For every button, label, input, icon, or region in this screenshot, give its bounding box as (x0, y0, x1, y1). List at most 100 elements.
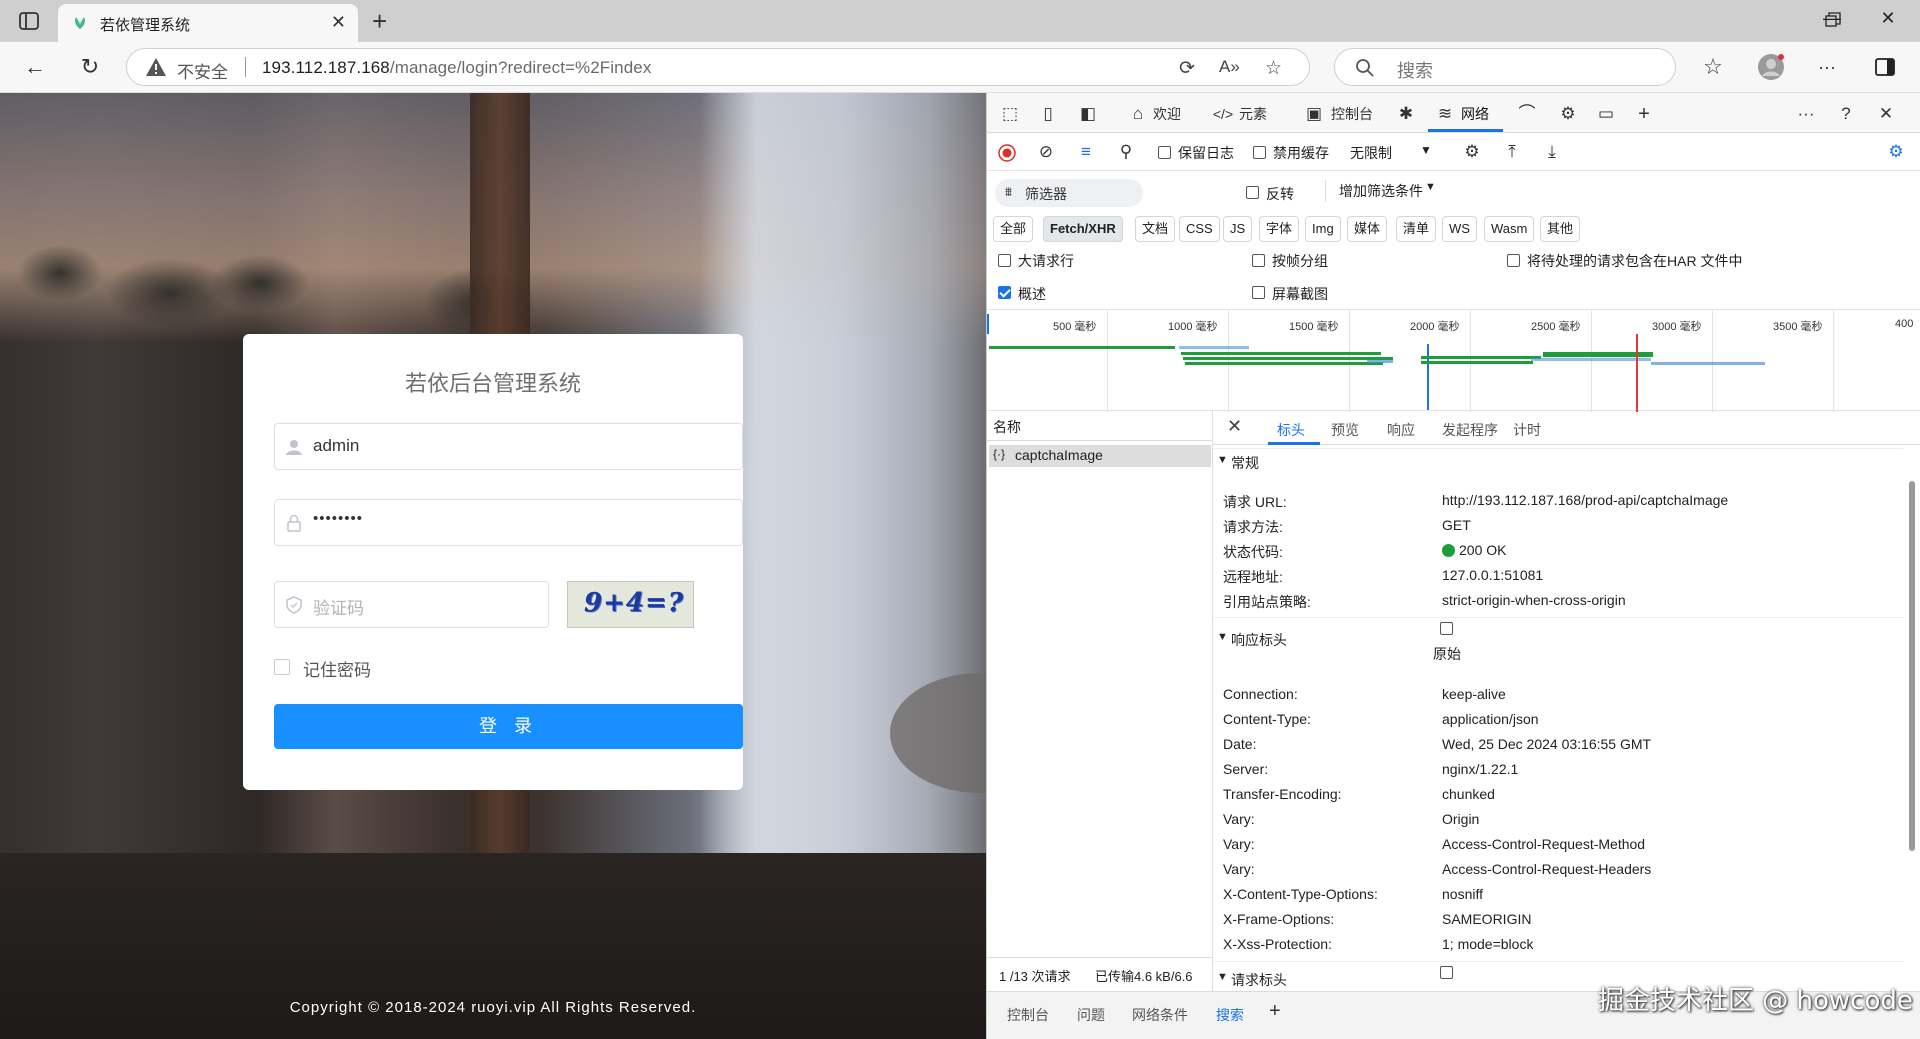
tab-headers[interactable]: 标头 (1277, 420, 1305, 440)
filter-input[interactable]: ⩩ 筛选器 (995, 179, 1143, 207)
filter-toggle-icon[interactable]: ≡ (1075, 141, 1097, 163)
tab-elements[interactable]: 元素 (1239, 104, 1267, 124)
drawer-tab-issues[interactable]: 问题 (1077, 1005, 1105, 1025)
throttle-select[interactable]: 无限制 (1350, 143, 1392, 163)
dock-icon[interactable]: ◧ (1077, 103, 1099, 125)
preserve-log-label[interactable]: 保留日志 (1178, 143, 1234, 163)
invert-checkbox[interactable] (1246, 186, 1259, 199)
big-rows-checkbox[interactable] (998, 254, 1011, 267)
wifi-icon[interactable]: ≋ (1434, 103, 1456, 125)
har-pending-checkbox[interactable] (1507, 254, 1520, 267)
tab-close-icon[interactable]: ✕ (331, 12, 346, 33)
login-button[interactable]: 登 录 (274, 704, 743, 749)
captcha-field[interactable]: 验证码 (274, 581, 549, 628)
type-filter-all[interactable]: 全部 (993, 216, 1034, 242)
drawer-tab-console[interactable]: 控制台 (1007, 1005, 1049, 1025)
drawer-add-icon[interactable]: + (1269, 1000, 1281, 1023)
translate-icon[interactable]: ⟳ (1179, 57, 1195, 80)
screenshots-label[interactable]: 屏幕截图 (1272, 284, 1328, 304)
disable-cache-checkbox[interactable] (1253, 146, 1266, 159)
search-box[interactable]: 搜索 (1334, 48, 1676, 86)
username-field[interactable]: admin (274, 423, 743, 470)
type-filter-other[interactable]: 其他 (1540, 216, 1581, 242)
favorite-star-icon[interactable]: ☆ (1265, 57, 1282, 80)
download-icon[interactable]: ⤓ (1541, 141, 1563, 163)
tab-console[interactable]: 控制台 (1331, 104, 1373, 124)
upload-icon[interactable]: ⤒ (1501, 141, 1523, 163)
raw-label[interactable]: 原始 (1433, 644, 1461, 664)
home-icon[interactable]: ⌂ (1127, 103, 1149, 125)
browser-tab[interactable]: 若依管理系统 ✕ (58, 4, 358, 42)
settings-gear-icon[interactable]: ⚙ (1557, 103, 1579, 125)
name-column-header[interactable]: 名称 (993, 417, 1021, 437)
big-rows-label[interactable]: 大请求行 (1018, 251, 1074, 271)
response-headers-section-header[interactable]: ▼ 响应标头 原始 (1213, 617, 1903, 667)
more-menu-icon[interactable]: ··· (1814, 54, 1840, 80)
network-settings-icon[interactable]: ⚙ (1885, 141, 1907, 163)
type-filter-css[interactable]: CSS (1179, 216, 1220, 242)
request-row[interactable]: {·} captchaImage (989, 445, 1211, 467)
overview-checkbox[interactable] (998, 286, 1011, 299)
more-tools-icon[interactable]: ··· (1795, 103, 1817, 125)
password-field[interactable]: •••••••• (274, 499, 743, 546)
add-tool-icon[interactable]: + (1633, 103, 1655, 125)
request-list-header[interactable]: 名称 (987, 411, 1213, 441)
record-icon[interactable] (998, 144, 1016, 162)
type-filter-font[interactable]: 字体 (1259, 216, 1300, 242)
insecure-label[interactable]: 不安全 (177, 58, 228, 83)
back-icon[interactable]: ← (22, 54, 48, 80)
application-icon[interactable]: ▭ (1595, 103, 1617, 125)
remember-checkbox[interactable] (274, 659, 290, 675)
general-section-header[interactable]: ▼ 常规 (1213, 448, 1903, 474)
type-filter-media[interactable]: 媒体 (1347, 216, 1388, 242)
close-window-icon[interactable]: ✕ (1870, 8, 1906, 34)
tab-timing[interactable]: 计时 (1513, 420, 1541, 440)
help-icon[interactable]: ? (1835, 103, 1857, 125)
group-by-frame-label[interactable]: 按帧分组 (1272, 251, 1328, 271)
new-tab-icon[interactable]: + (372, 6, 387, 37)
refresh-icon[interactable]: ↻ (77, 54, 103, 80)
screenshots-checkbox[interactable] (1252, 286, 1265, 299)
tab-response[interactable]: 响应 (1387, 420, 1415, 440)
request-raw-checkbox[interactable] (1440, 966, 1453, 979)
restore-icon[interactable] (1825, 12, 1841, 28)
more-filters-button[interactable]: 增加筛选条件 (1339, 181, 1423, 201)
network-overview-timeline[interactable]: 500 毫秒 1000 毫秒 1500 毫秒 2000 毫秒 2500 毫秒 3… (987, 309, 1920, 412)
preserve-log-checkbox[interactable] (1158, 146, 1171, 159)
network-conditions-icon[interactable]: ⚙ (1461, 141, 1483, 163)
tab-network[interactable]: 网络 (1461, 104, 1489, 124)
details-scrollbar[interactable] (1907, 451, 1917, 991)
tab-preview[interactable]: 预览 (1331, 420, 1359, 440)
har-pending-label[interactable]: 将待处理的请求包含在HAR 文件中 (1527, 251, 1742, 271)
device-toolbar-icon[interactable]: ▯ (1037, 103, 1059, 125)
group-by-frame-checkbox[interactable] (1252, 254, 1265, 267)
type-filter-fetch[interactable]: Fetch/XHR (1043, 216, 1123, 242)
overview-label[interactable]: 概述 (1018, 284, 1046, 304)
type-filter-doc[interactable]: 文档 (1135, 216, 1176, 242)
performance-icon[interactable]: ⌒ (1516, 103, 1538, 125)
bug-icon[interactable]: ✱ (1395, 103, 1417, 125)
address-bar[interactable]: 不安全 193.112.187.168/manage/login?redirec… (126, 48, 1310, 86)
url-text[interactable]: 193.112.187.168/manage/login?redirect=%2… (262, 58, 651, 78)
throttle-chevron-icon[interactable]: ▼ (1420, 143, 1432, 157)
close-details-icon[interactable]: ✕ (1227, 416, 1242, 437)
more-filters-chevron-icon[interactable]: ▼ (1425, 181, 1436, 193)
inspect-icon[interactable]: ⬚ (999, 103, 1021, 125)
type-filter-img[interactable]: Img (1305, 216, 1341, 242)
drawer-tab-network-conditions[interactable]: 网络条件 (1132, 1005, 1188, 1025)
clear-icon[interactable]: ⊘ (1035, 141, 1057, 163)
tab-initiator[interactable]: 发起程序 (1442, 420, 1498, 440)
close-devtools-icon[interactable]: ✕ (1875, 103, 1897, 125)
read-aloud-icon[interactable]: A» (1219, 57, 1240, 77)
drawer-tab-search[interactable]: 搜索 (1216, 1005, 1244, 1025)
scrollbar-thumb[interactable] (1909, 481, 1915, 851)
search-network-icon[interactable]: ⚲ (1115, 141, 1137, 163)
favorites-icon[interactable]: ☆ (1700, 54, 1726, 80)
code-icon[interactable]: </> (1212, 103, 1234, 125)
type-filter-js[interactable]: JS (1223, 216, 1253, 242)
type-filter-manifest[interactable]: 清单 (1396, 216, 1437, 242)
remember-label[interactable]: 记住密码 (303, 656, 371, 681)
raw-checkbox[interactable] (1440, 622, 1453, 635)
type-filter-ws[interactable]: WS (1442, 216, 1477, 242)
profile-avatar-icon[interactable] (1756, 52, 1786, 82)
